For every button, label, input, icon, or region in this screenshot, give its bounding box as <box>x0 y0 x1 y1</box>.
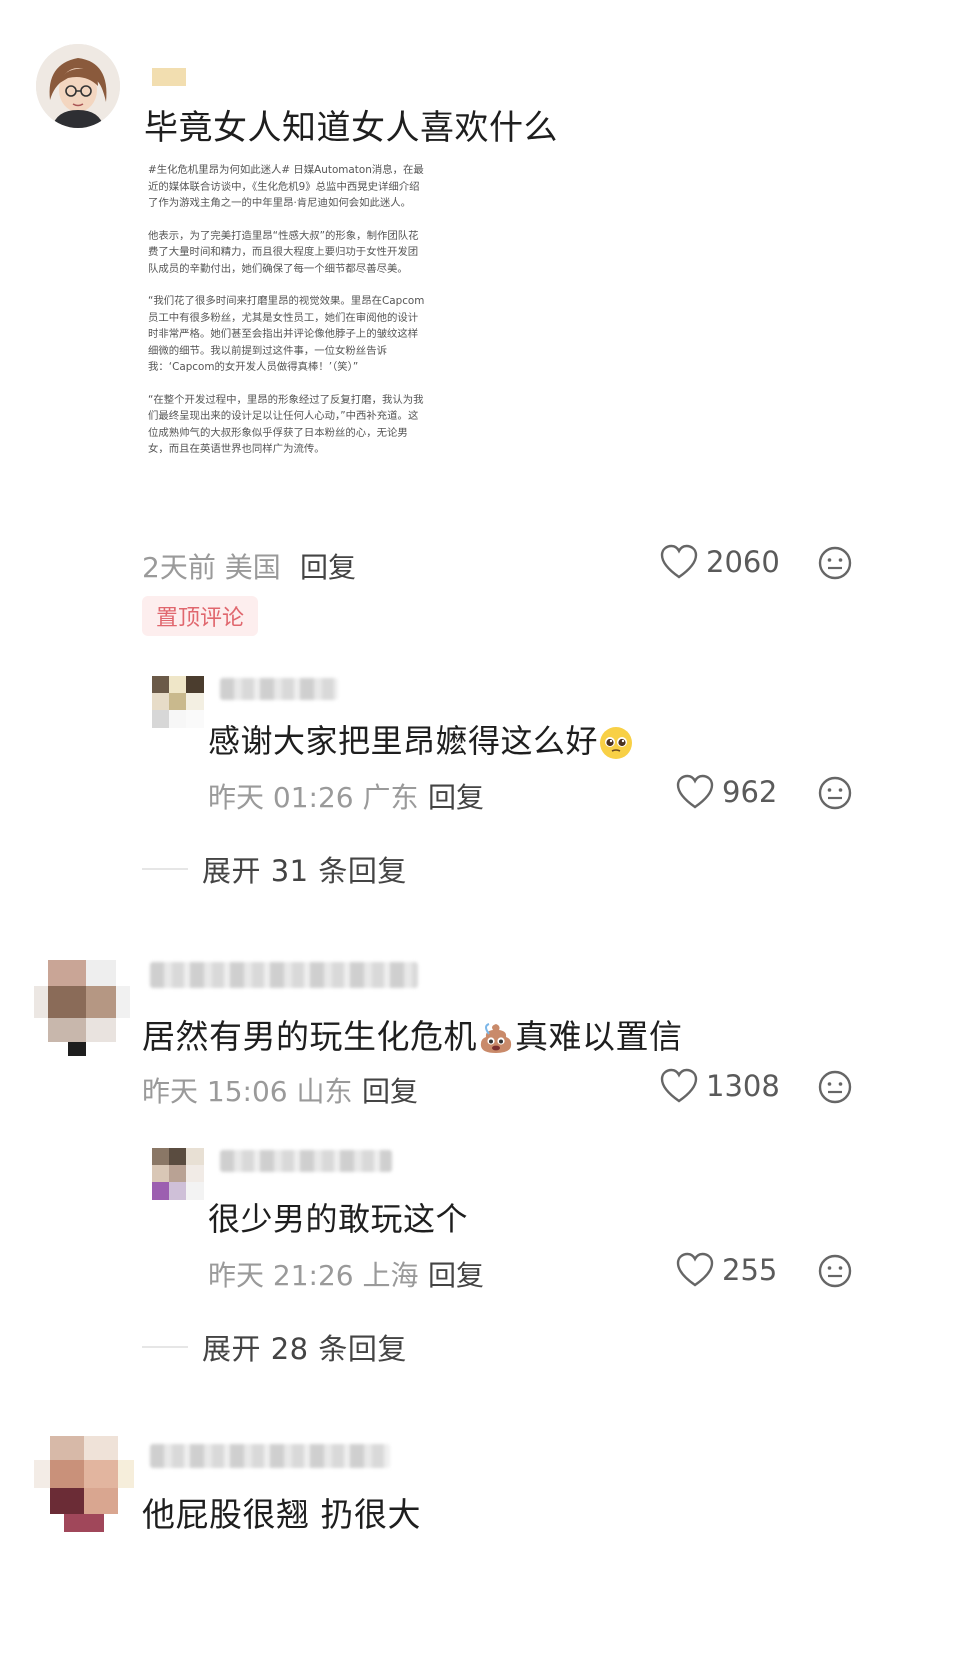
comment-text: 毕竟女人知道女人喜欢什么 <box>144 108 558 148</box>
divider <box>142 1346 188 1348</box>
like-count: 255 <box>722 1253 778 1287</box>
username-redacted <box>220 1150 392 1172</box>
like-button[interactable]: 255 <box>676 1252 777 1288</box>
like-count: 2060 <box>706 545 780 579</box>
pleading-face-emoji <box>600 727 633 759</box>
expand-replies-label: 展开 28 条回复 <box>202 1332 407 1366</box>
reply-text-content: 感谢大家把里昂嬷得这么好 <box>208 722 599 760</box>
comment-time-location: 2天前 美国 <box>142 551 281 584</box>
username-redacted <box>220 678 338 700</box>
neutral-face-icon[interactable] <box>818 546 852 580</box>
like-button[interactable]: 962 <box>676 774 777 810</box>
username-redacted <box>150 1444 390 1468</box>
avatar[interactable] <box>36 44 120 128</box>
article-paragraph: 他表示，为了完美打造里昂“性感大叔”的形象，制作团队花费了大量时间和精力，而且很… <box>148 229 419 275</box>
article-screenshot: #生化危机里昂为何如此迷人# 日媒Automaton消息，在最近的媒体联合访谈中… <box>148 162 426 532</box>
neutral-face-icon[interactable] <box>818 1070 852 1104</box>
username-redacted <box>152 68 186 86</box>
avatar[interactable] <box>34 1436 134 1532</box>
like-button[interactable]: 2060 <box>660 544 780 580</box>
like-count: 962 <box>722 775 778 809</box>
reply-time-location: 昨天 01:26 广东 <box>208 781 419 814</box>
article-paragraph: #生化危机里昂为何如此迷人# 日媒Automaton消息，在最近的媒体联合访谈中… <box>148 164 424 209</box>
comment-time-location: 昨天 15:06 山东 <box>142 1075 353 1108</box>
avatar-illustration <box>36 44 120 128</box>
avatar[interactable] <box>34 960 130 1056</box>
username-redacted <box>150 962 418 988</box>
like-button[interactable]: 1308 <box>660 1068 780 1104</box>
comment-text: 居然有男的玩生化危机 真难以置信 <box>142 1010 683 1058</box>
divider <box>142 868 188 870</box>
neutral-face-icon[interactable] <box>818 776 852 810</box>
heart-outline-icon <box>676 1252 714 1287</box>
reply-button[interactable]: 回复 <box>428 1254 484 1294</box>
neutral-face-icon[interactable] <box>818 1254 852 1288</box>
comment-text-part: 真难以置信 <box>515 1017 683 1056</box>
reply-time-location: 昨天 21:26 上海 <box>208 1259 419 1292</box>
article-paragraph: “在整个开发过程中，里昂的形象经过了反复打磨，我认为我们最终呈现出来的设计足以让… <box>148 393 424 456</box>
avatar[interactable] <box>152 1148 204 1200</box>
like-count: 1308 <box>706 1069 780 1103</box>
reply-button[interactable]: 回复 <box>300 546 356 586</box>
heart-outline-icon <box>660 1068 698 1103</box>
expand-replies-label: 展开 31 条回复 <box>202 854 407 888</box>
comment-text-part: 居然有男的玩生化危机 <box>142 1017 477 1056</box>
expand-replies-button[interactable]: 展开 28 条回复 <box>142 1326 407 1368</box>
article-paragraph: “我们花了很多时间来打磨里昂的视觉效果。里昂在Capcom员工中有很多粉丝，尤其… <box>148 295 425 373</box>
heart-outline-icon <box>660 544 698 579</box>
avatar[interactable] <box>152 676 204 728</box>
comment-text: 他屁股很翘 扔很大 <box>142 1495 421 1534</box>
expand-replies-button[interactable]: 展开 31 条回复 <box>142 848 407 890</box>
poop-emoji <box>480 1022 512 1053</box>
reply-button[interactable]: 回复 <box>362 1070 418 1110</box>
heart-outline-icon <box>676 774 714 809</box>
pinned-badge: 置顶评论 <box>142 596 259 636</box>
reply-text: 很少男的敢玩这个 <box>208 1200 469 1238</box>
reply-button[interactable]: 回复 <box>428 776 484 816</box>
reply-text: 感谢大家把里昂嬷得这么好 <box>208 716 634 762</box>
